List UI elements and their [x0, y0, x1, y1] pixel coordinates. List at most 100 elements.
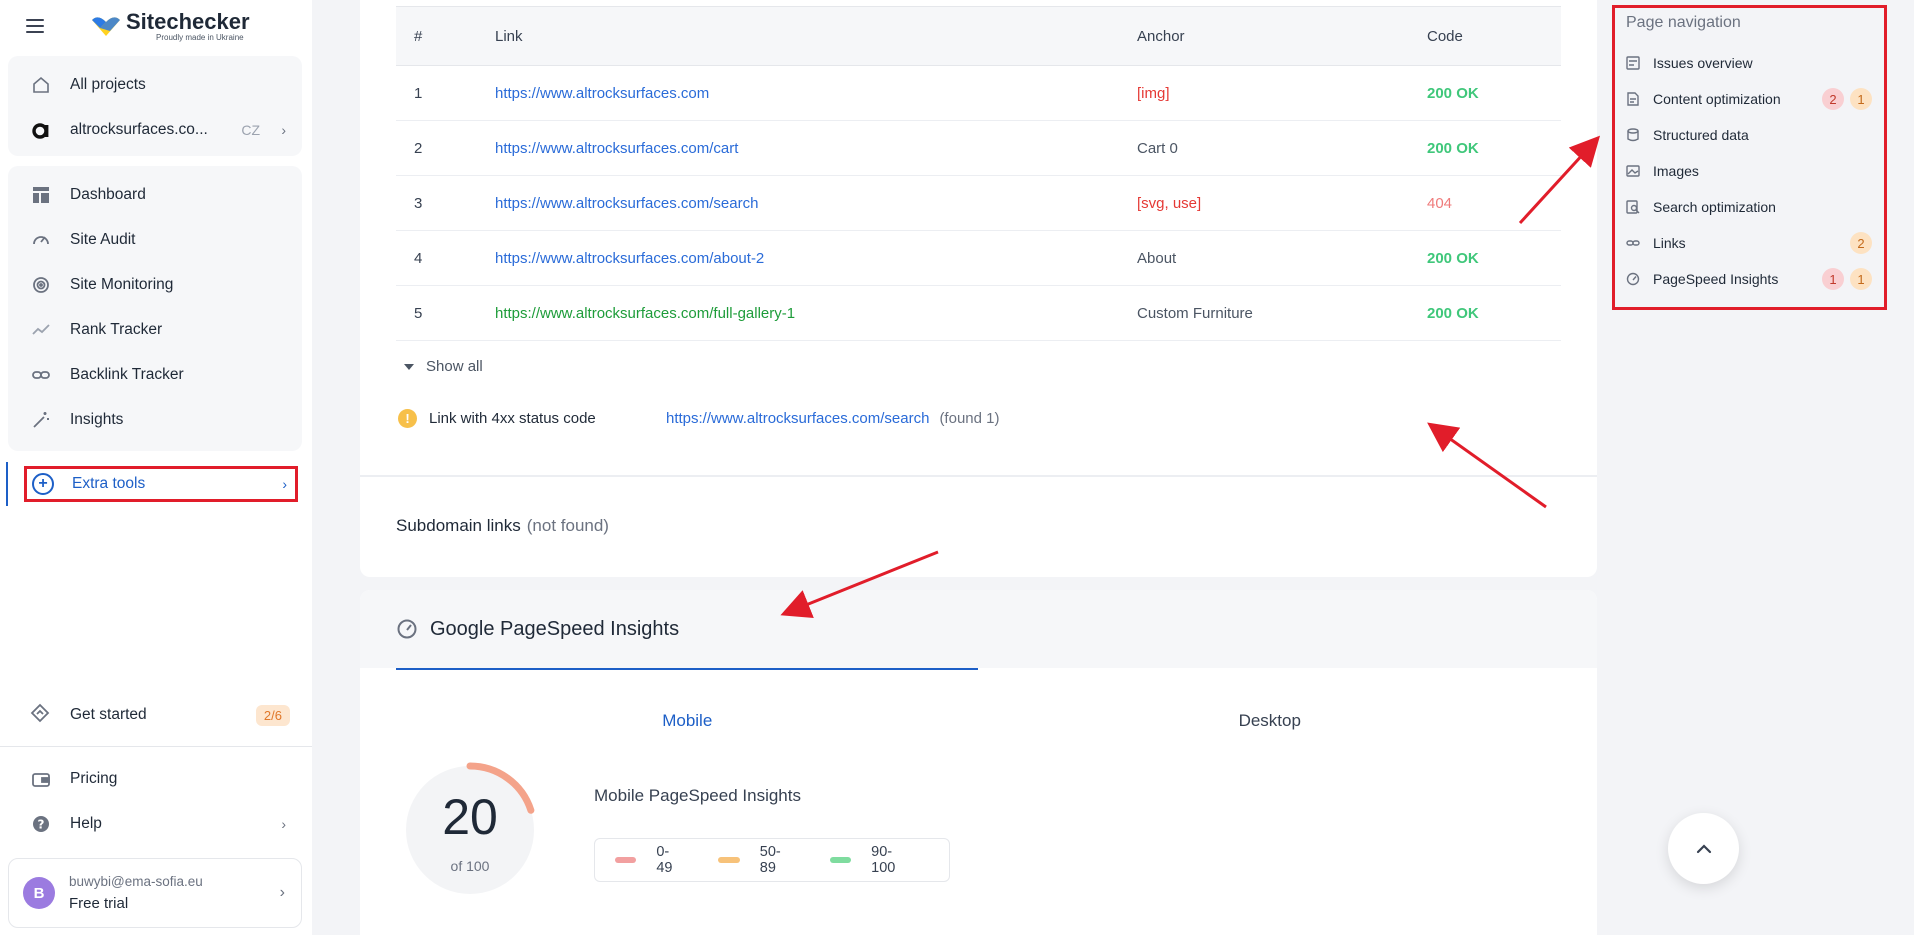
table-row: 2 https://www.altrocksurfaces.com/cart C… [396, 121, 1561, 176]
caret-down-icon [404, 363, 414, 370]
sidebar: Sitechecker Proudly made in Ukraine All … [0, 0, 312, 935]
document-icon [1626, 92, 1640, 106]
sidebar-item-rank-tracker[interactable]: Rank Tracker [8, 307, 302, 352]
sidebar-item-all-projects[interactable]: All projects [8, 62, 302, 107]
row-code: 404 [1427, 194, 1453, 212]
pnav-label: Images [1653, 163, 1699, 179]
error-badge: 2 [1822, 88, 1844, 110]
sidebar-item-insights[interactable]: Insights [8, 397, 302, 442]
row-number: 3 [414, 194, 423, 212]
sidebar-item-project[interactable]: altrocksurfaces.co... CZ › [8, 107, 302, 152]
speedometer-icon [1626, 272, 1640, 286]
warning-badge: 1 [1850, 88, 1872, 110]
warning-badge: 1 [1850, 268, 1872, 290]
page-navigation-title: Page navigation [1626, 14, 1741, 31]
subdomain-links: Subdomain links (not found) [396, 516, 609, 536]
divider [0, 746, 312, 747]
sidebar-item-label: Help [70, 814, 102, 832]
links-card: # Link Anchor Code 1 https://www.altrock… [360, 0, 1597, 577]
pnav-label: Structured data [1653, 127, 1749, 143]
divider [360, 475, 1597, 477]
row-anchor: Cart 0 [1137, 139, 1178, 157]
row-number: 5 [414, 304, 423, 322]
legend-label: 90-100 [871, 844, 896, 876]
col-code: Code [1427, 27, 1463, 45]
pnav-item-links[interactable]: Links 2 [1626, 231, 1874, 255]
pnav-label: Issues overview [1653, 55, 1753, 71]
row-code: 200 OK [1427, 84, 1479, 102]
pnav-label: Content optimization [1653, 91, 1781, 107]
sidebar-item-backlink-tracker[interactable]: Backlink Tracker [8, 352, 302, 397]
sidebar-item-label: All projects [70, 75, 146, 93]
pnav-item-issues-overview[interactable]: Issues overview [1626, 51, 1874, 75]
pnav-item-structured-data[interactable]: Structured data [1626, 123, 1874, 147]
wallet-icon [30, 768, 52, 790]
sidebar-item-pricing[interactable]: Pricing [8, 756, 302, 801]
home-icon [30, 74, 52, 96]
page-navigation: Page navigation Issues overview Content … [1612, 5, 1887, 310]
tab-mobile[interactable]: Mobile [396, 668, 979, 754]
sidebar-item-site-monitoring[interactable]: Site Monitoring [8, 262, 302, 307]
sidebar-item-dashboard[interactable]: Dashboard [8, 172, 302, 217]
device-tabs: Mobile Desktop [396, 668, 1561, 754]
scroll-to-top-button[interactable] [1668, 813, 1739, 884]
legend-item: 90-100 [829, 844, 915, 876]
warning-link[interactable]: https://www.altrocksurfaces.com/search [666, 410, 929, 427]
subdomain-status: (not found) [526, 516, 609, 535]
pnav-item-search-optimization[interactable]: Search optimization [1626, 195, 1874, 219]
menu-icon[interactable] [26, 19, 46, 33]
sidebar-item-label: Pricing [70, 769, 118, 787]
logo[interactable]: Sitechecker Proudly made in Ukraine [90, 8, 250, 42]
score-value: 20 [442, 789, 498, 845]
sidebar-item-site-audit[interactable]: Site Audit [8, 217, 302, 262]
show-all-button[interactable]: Show all [404, 358, 483, 375]
chevron-right-icon: › [281, 815, 286, 832]
avatar: B [23, 877, 55, 909]
score-legend: 0-49 50-89 90-100 [594, 838, 950, 882]
link-icon [30, 364, 52, 386]
project-name: altrocksurfaces.co... [70, 120, 208, 138]
table-row: 5 https://www.altrocksurfaces.com/full-g… [396, 286, 1561, 341]
row-number: 4 [414, 249, 423, 267]
sidebar-item-get-started[interactable]: Get started 2/6 [8, 693, 302, 737]
sidebar-item-label: Extra tools [72, 475, 146, 492]
sidebar-item-help[interactable]: ? Help › [8, 801, 302, 846]
pagespeed-title: Google PageSpeed Insights [430, 617, 680, 640]
sidebar-item-extra-tools[interactable]: + Extra tools › [24, 466, 298, 502]
row-anchor: [svg, use] [1137, 194, 1202, 212]
chevron-right-icon: › [282, 476, 287, 492]
legend-item: 0-49 [615, 844, 684, 876]
table-header: # Link Anchor Code [396, 6, 1561, 66]
pnav-item-content-optimization[interactable]: Content optimization 2 1 [1626, 87, 1874, 111]
subdomain-label: Subdomain links [396, 516, 521, 535]
col-number: # [414, 27, 423, 45]
row-number: 2 [414, 139, 423, 157]
row-link[interactable]: https://www.altrocksurfaces.com [495, 85, 709, 102]
brand-name: Sitechecker [126, 8, 250, 34]
error-badge: 1 [1822, 268, 1844, 290]
row-link[interactable]: https://www.altrocksurfaces.com/cart [495, 140, 738, 157]
route-icon [30, 703, 52, 728]
dashboard-icon [30, 184, 52, 206]
tools-card: Dashboard Site Audit Site Monitoring Ran… [8, 166, 302, 451]
active-indicator [6, 462, 8, 506]
plus-circle-icon: + [32, 473, 54, 495]
pnav-label: PageSpeed Insights [1653, 271, 1779, 287]
row-link[interactable]: https://www.altrocksurfaces.com/about-2 [495, 250, 764, 267]
tab-desktop[interactable]: Desktop [979, 668, 1562, 754]
row-code: 200 OK [1427, 139, 1479, 157]
legend-swatch [615, 857, 637, 863]
trend-icon [30, 319, 52, 341]
row-anchor: Custom Furniture [1137, 304, 1253, 322]
project-lang: CZ [241, 121, 260, 138]
magic-wand-icon [30, 409, 52, 431]
pagespeed-card: Google PageSpeed Insights Mobile Desktop… [360, 590, 1597, 935]
database-icon [1626, 128, 1640, 142]
pnav-item-pagespeed-insights[interactable]: PageSpeed Insights 1 1 [1626, 267, 1874, 291]
project-card: All projects altrocksurfaces.co... CZ › [8, 56, 302, 156]
sidebar-item-label: Insights [70, 410, 124, 428]
row-link[interactable]: https://www.altrocksurfaces.com/search [495, 195, 758, 212]
row-link[interactable]: https://www.altrocksurfaces.com/full-gal… [495, 305, 795, 322]
pnav-item-images[interactable]: Images [1626, 159, 1874, 183]
user-menu[interactable]: B buwybi@ema-sofia.eu Free trial › [8, 858, 302, 928]
